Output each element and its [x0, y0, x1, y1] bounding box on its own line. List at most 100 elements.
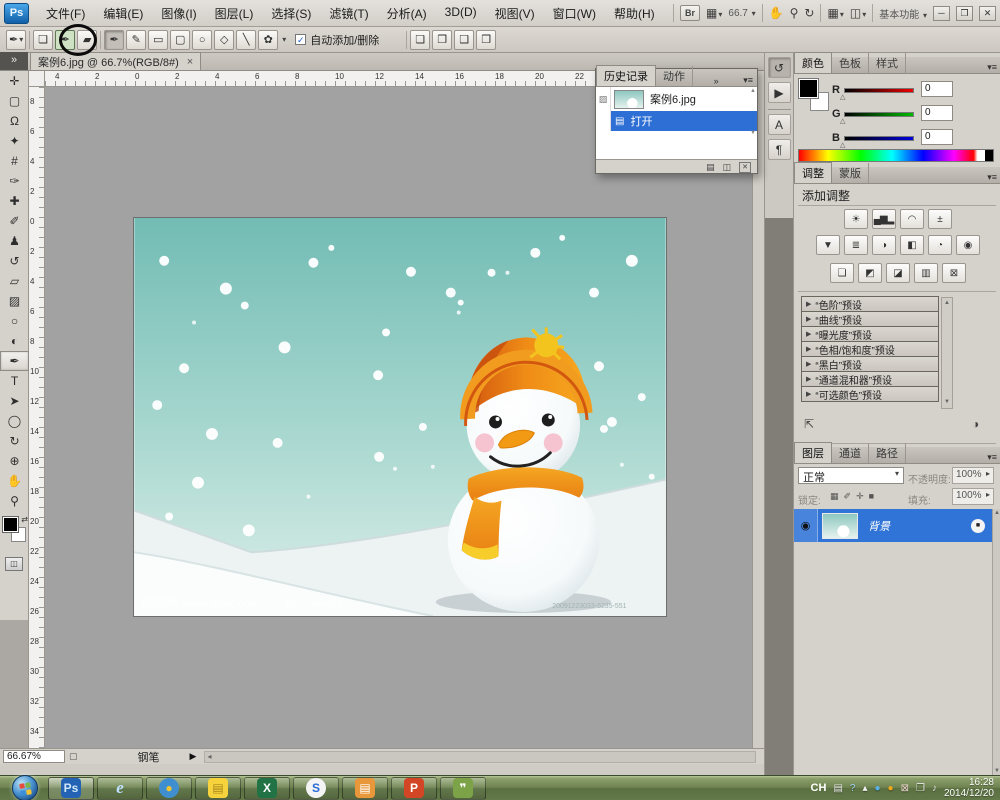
tab-layers[interactable]: 图层 [794, 442, 832, 463]
foreground-color-swatch[interactable] [3, 517, 18, 532]
fill-field[interactable]: 100%▸ [952, 488, 994, 505]
panel-menu-icon[interactable]: ▾≡ [739, 75, 757, 86]
brush-tool[interactable]: ✐ [0, 211, 29, 231]
exclude-path-area-button[interactable]: ❒ [476, 30, 496, 50]
paths-mode-button[interactable]: ✒ [55, 30, 75, 50]
history-dock-icon[interactable]: ↺ [768, 57, 791, 78]
show-hidden-icons[interactable]: ▴ [862, 783, 867, 794]
preset-row-5[interactable]: ▶“通道混和器”预设 [801, 371, 939, 387]
eraser-tool[interactable]: ▱ [0, 271, 29, 291]
hand-tool-button[interactable]: ✋ [769, 6, 784, 20]
menu-item-5[interactable]: 滤镜(T) [320, 0, 377, 27]
quick-selection-tool[interactable]: ✦ [0, 131, 29, 151]
network-error-tray-icon[interactable]: ⊠ [901, 783, 909, 794]
set-source-column[interactable]: ▨ [596, 87, 611, 111]
exposure-button[interactable]: ± [928, 209, 952, 229]
zoom-tool[interactable]: ⚲ [0, 491, 29, 511]
quick-mask-button[interactable]: ◫ [5, 557, 23, 571]
clone-stamp-tool[interactable]: ♟ [0, 231, 29, 251]
color-spectrum-ramp[interactable] [798, 149, 994, 162]
gradient-map-button[interactable]: ▥ [914, 263, 938, 283]
screen-mode-button[interactable]: ◫▾ [850, 6, 866, 20]
zoom-tool-button[interactable]: ⚲ [790, 6, 799, 20]
dodge-tool[interactable]: ◐ [0, 331, 29, 351]
taskbar-internet-explorer[interactable]: e [97, 777, 143, 800]
channel-value-r[interactable]: 0 [921, 81, 953, 97]
close-tab-icon[interactable]: × [187, 56, 193, 68]
ellipse-tool-button[interactable]: ○ [192, 30, 212, 50]
minimize-button[interactable]: ─ [933, 6, 950, 21]
bridge-button[interactable]: Br [680, 5, 700, 21]
paragraph-panel-icon[interactable]: ¶ [768, 139, 791, 160]
selective-color-button[interactable]: ⊠ [942, 263, 966, 283]
preset-row-2[interactable]: ▶“曝光度”预设 [801, 326, 939, 342]
vibrance-button[interactable]: ▼ [816, 235, 840, 255]
taskbar-s-app[interactable]: S [293, 777, 339, 800]
layer-row-background[interactable]: ◉ 背景 ■ [794, 509, 993, 542]
scrollbar[interactable]: ▲▼ [941, 297, 953, 409]
horizontal-scrollbar[interactable]: ◂ [204, 751, 756, 763]
pen-tool-button[interactable]: ✒ [104, 30, 124, 50]
taskbar-excel[interactable]: X [244, 777, 290, 800]
curves-button[interactable]: ◠ [900, 209, 924, 229]
posterize-button[interactable]: ◩ [858, 263, 882, 283]
scrollbar[interactable]: ▲▼ [992, 509, 1000, 775]
move-tool[interactable]: ✛ [0, 71, 29, 91]
swap-colors-icon[interactable]: ⇄ [21, 515, 28, 524]
marquee-tool[interactable]: ▢ [0, 91, 29, 111]
history-brush-tool[interactable]: ↺ [0, 251, 29, 271]
menu-item-3[interactable]: 图层(L) [206, 0, 263, 27]
opacity-field[interactable]: 100%▸ [952, 467, 994, 484]
status-arrow-icon[interactable]: ▶ [190, 751, 197, 762]
3d-rotate-tool[interactable]: ↻ [0, 431, 29, 451]
start-button[interactable] [12, 775, 38, 800]
menu-item-9[interactable]: 窗口(W) [544, 0, 605, 27]
foreground-color-swatch[interactable] [799, 79, 818, 98]
history-open-step[interactable]: ▤打开 [596, 111, 757, 131]
workspace-switcher[interactable]: 基本功能 ▾ [879, 6, 927, 21]
shape-layers-mode-button[interactable]: ❏ [33, 30, 53, 50]
menu-item-1[interactable]: 编辑(E) [94, 0, 152, 27]
lock-pixels-icon[interactable]: ✐ [844, 491, 852, 501]
channel-slider-g[interactable] [844, 112, 914, 117]
document-tab[interactable]: 案例6.jpg @ 66.7%(RGB/8#) × [30, 52, 201, 70]
custom-shape-tool-button[interactable]: ✿ [258, 30, 278, 50]
subtract-path-area-button[interactable]: ❐ [432, 30, 452, 50]
lasso-tool[interactable]: Ω [0, 111, 29, 131]
keyboard-tray-icon[interactable]: ▤ [833, 783, 842, 794]
fill-pixels-mode-button[interactable]: ▰ [77, 30, 97, 50]
preset-row-6[interactable]: ▶“可选颜色”预设 [801, 386, 939, 402]
taskbar-photoshop[interactable]: Ps [48, 777, 94, 800]
view-extras-button[interactable]: ▦▾ [706, 6, 722, 20]
tab-swatches[interactable]: 色板 [832, 53, 869, 73]
preset-row-3[interactable]: ▶“色相/饱和度”预设 [801, 341, 939, 357]
expand-panel-icon[interactable]: ⇱ [804, 417, 814, 431]
taskbar-sticky-notes[interactable]: ▤ [195, 777, 241, 800]
clip-to-layer-icon[interactable]: ◑ [972, 417, 979, 431]
channel-mixer-button[interactable]: ◉ [956, 235, 980, 255]
rectangle-tool-button[interactable]: ▭ [148, 30, 168, 50]
add-path-area-button[interactable]: ❏ [410, 30, 430, 50]
security-tray-icon[interactable]: ● [888, 783, 894, 794]
language-indicator[interactable]: CH [811, 782, 827, 794]
menu-item-2[interactable]: 图像(I) [152, 0, 205, 27]
close-button[interactable]: ✕ [979, 6, 996, 21]
preset-row-0[interactable]: ▶“色阶”预设 [801, 296, 939, 312]
menu-item-7[interactable]: 3D(D) [436, 0, 486, 27]
tab-masks[interactable]: 蒙版 [832, 163, 869, 183]
menu-item-6[interactable]: 分析(A) [378, 0, 436, 27]
rounded-rectangle-tool-button[interactable]: ▢ [170, 30, 190, 50]
crop-tool[interactable]: # [0, 151, 29, 171]
layer-visibility-toggle[interactable]: ◉ [794, 509, 818, 542]
hue-saturation-button[interactable]: ≣ [844, 235, 868, 255]
invert-button[interactable]: ❏ [830, 263, 854, 283]
lock-all-icon[interactable]: ■ [869, 491, 874, 501]
tab-channels[interactable]: 通道 [832, 443, 869, 463]
volume-muted-tray-icon[interactable]: ♪ [932, 783, 937, 794]
menu-item-0[interactable]: 文件(F) [37, 0, 94, 27]
brightness-contrast-button[interactable]: ☀ [844, 209, 868, 229]
arrange-documents-button[interactable]: ▦▾ [827, 6, 843, 20]
document-canvas[interactable]: 昵图网 www.nipic.com BY: youngoo 2009122303… [133, 217, 667, 617]
3d-orbit-tool[interactable]: ⊕ [0, 451, 29, 471]
menu-item-4[interactable]: 选择(S) [262, 0, 320, 27]
